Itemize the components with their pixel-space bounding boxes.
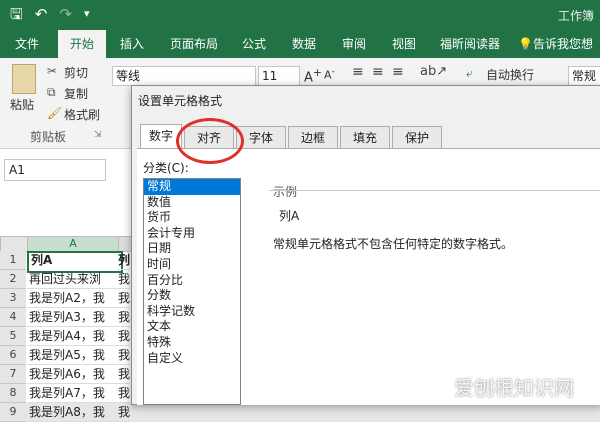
cell-a[interactable]: 我是列A6，我 bbox=[27, 365, 119, 384]
sample-value: 列A bbox=[279, 209, 300, 223]
cell-a[interactable]: 我是列A4，我 bbox=[27, 327, 119, 346]
cell-b[interactable]: 我 bbox=[118, 346, 130, 365]
tab-file[interactable]: 文件 bbox=[4, 30, 50, 58]
category-item[interactable]: 百分比 bbox=[144, 273, 240, 289]
cell-b[interactable]: 我 bbox=[118, 270, 130, 289]
dialog-title: 设置单元格格式 bbox=[138, 94, 223, 108]
copy-button[interactable]: 复制 bbox=[64, 85, 88, 102]
tab-data[interactable]: 数据 bbox=[284, 30, 324, 58]
ribbon-tabs: 文件 开始 插入 页面布局 公式 数据 审阅 视图 福昕阅读器 💡告诉我您想 bbox=[0, 30, 600, 58]
row-header[interactable]: 8 bbox=[0, 384, 26, 403]
cell-a[interactable]: 我是列A7，我 bbox=[27, 384, 119, 403]
column-header-a[interactable]: A bbox=[27, 236, 119, 252]
row-header[interactable]: 9 bbox=[0, 403, 26, 422]
row-header[interactable]: 6 bbox=[0, 346, 26, 365]
sample-divider bbox=[269, 190, 600, 191]
column-header-b[interactable] bbox=[118, 236, 132, 252]
row-header[interactable]: 7 bbox=[0, 365, 26, 384]
cell-b[interactable]: 我 bbox=[118, 365, 130, 384]
clipboard-group-label: 剪贴板 bbox=[30, 130, 67, 144]
cell-b[interactable]: 我 bbox=[118, 327, 130, 346]
cell-a[interactable]: 我是列A2，我 bbox=[27, 289, 119, 308]
cut-icon[interactable]: ✂ bbox=[47, 64, 57, 78]
cell-a[interactable]: 我是列A8，我 bbox=[27, 403, 119, 422]
tab-review[interactable]: 审阅 bbox=[334, 30, 374, 58]
number-format-box[interactable]: 常规 bbox=[568, 66, 600, 86]
cell-b[interactable]: 我 bbox=[118, 384, 130, 403]
cell-a[interactable]: 我是列A3，我 bbox=[27, 308, 119, 327]
dialog-launcher-icon[interactable]: ⇲ bbox=[94, 130, 102, 140]
category-item[interactable]: 日期 bbox=[144, 241, 240, 257]
increase-font-icon[interactable]: A+ bbox=[304, 66, 322, 85]
format-painter-icon[interactable]: 🖌 bbox=[47, 106, 62, 120]
tab-protection[interactable]: 保护 bbox=[392, 126, 442, 150]
save-icon[interactable]: 🖫 bbox=[10, 4, 23, 24]
lightbulb-icon: 💡 bbox=[518, 37, 533, 51]
customize-qat-icon[interactable]: ▾ bbox=[84, 4, 90, 24]
tab-formulas[interactable]: 公式 bbox=[234, 30, 274, 58]
tab-fill[interactable]: 填充 bbox=[340, 126, 390, 150]
category-item[interactable]: 常规 bbox=[144, 179, 240, 195]
tab-view[interactable]: 视图 bbox=[384, 30, 424, 58]
category-item[interactable]: 货币 bbox=[144, 210, 240, 226]
tab-foxit-reader[interactable]: 福昕阅读器 bbox=[432, 30, 508, 58]
row-header[interactable]: 4 bbox=[0, 308, 26, 327]
row-header[interactable]: 3 bbox=[0, 289, 26, 308]
category-list[interactable]: 常规 数值 货币 会计专用 日期 时间 百分比 分数 科学记数 文本 特殊 自定义 bbox=[143, 178, 241, 405]
row-header[interactable]: 1 bbox=[0, 251, 26, 270]
select-all-corner[interactable] bbox=[0, 236, 28, 252]
category-item[interactable]: 分数 bbox=[144, 288, 240, 304]
cell-b[interactable]: 我 bbox=[118, 308, 130, 327]
category-item[interactable]: 自定义 bbox=[144, 351, 240, 367]
tab-page-layout[interactable]: 页面布局 bbox=[162, 30, 226, 58]
align-top-icon[interactable]: ≡ bbox=[352, 64, 364, 80]
sample-label: 示例 bbox=[273, 185, 298, 199]
font-size-box[interactable]: 11 bbox=[258, 66, 300, 86]
format-painter-button[interactable]: 格式刷 bbox=[64, 106, 100, 123]
cell-b[interactable]: 列 bbox=[118, 251, 130, 270]
watermark-text: 爱刨根知识网 bbox=[454, 376, 574, 400]
window-title: 工作簿 bbox=[557, 9, 594, 23]
tab-insert[interactable]: 插入 bbox=[112, 30, 152, 58]
category-item[interactable]: 特殊 bbox=[144, 335, 240, 351]
category-item[interactable]: 时间 bbox=[144, 257, 240, 273]
row-header[interactable]: 5 bbox=[0, 327, 26, 346]
decrease-font-icon[interactable]: A- bbox=[324, 66, 335, 82]
cell-b[interactable]: 我 bbox=[118, 403, 130, 422]
category-description: 常规单元格格式不包含任何特定的数字格式。 bbox=[273, 237, 514, 251]
orientation-icon[interactable]: ab↗ bbox=[420, 64, 447, 79]
wrap-text-button[interactable]: 自动换行 bbox=[486, 66, 534, 83]
copy-icon[interactable]: ⧉ bbox=[47, 85, 56, 100]
font-name-box[interactable]: 等线 bbox=[112, 66, 256, 86]
highlight-circle bbox=[176, 118, 244, 164]
row-header[interactable]: 2 bbox=[0, 270, 26, 289]
tell-me-box[interactable]: 💡告诉我您想 bbox=[518, 30, 600, 58]
paste-button[interactable]: 粘贴 bbox=[10, 96, 34, 113]
paste-icon[interactable] bbox=[12, 64, 36, 94]
wrap-text-icon[interactable]: ⤶ bbox=[466, 66, 473, 81]
undo-icon[interactable]: ↶ bbox=[35, 4, 48, 24]
category-item[interactable]: 科学记数 bbox=[144, 304, 240, 320]
title-bar: 🖫 ↶ ↷ ▾ 工作簿 bbox=[0, 0, 600, 30]
cell-a[interactable]: 再回过头来浏 bbox=[27, 270, 119, 289]
category-label: 分类(C): bbox=[143, 161, 189, 175]
quick-access-toolbar: 🖫 ↶ ↷ ▾ bbox=[10, 4, 89, 24]
tab-home[interactable]: 开始 bbox=[58, 30, 106, 58]
align-middle-icon[interactable]: ≡ bbox=[372, 64, 384, 80]
redo-icon[interactable]: ↷ bbox=[59, 4, 72, 24]
category-item[interactable]: 会计专用 bbox=[144, 226, 240, 242]
cell-b[interactable]: 我 bbox=[118, 289, 130, 308]
cell-a[interactable]: 我是列A5，我 bbox=[27, 346, 119, 365]
category-item[interactable]: 文本 bbox=[144, 319, 240, 335]
category-items: 常规 数值 货币 会计专用 日期 时间 百分比 分数 科学记数 文本 特殊 自定义 bbox=[144, 179, 240, 366]
tab-border[interactable]: 边框 bbox=[288, 126, 338, 150]
cut-button[interactable]: 剪切 bbox=[64, 64, 88, 81]
category-item[interactable]: 数值 bbox=[144, 195, 240, 211]
name-box[interactable]: A1 bbox=[4, 159, 106, 181]
align-bottom-icon[interactable]: ≡ bbox=[392, 64, 404, 80]
